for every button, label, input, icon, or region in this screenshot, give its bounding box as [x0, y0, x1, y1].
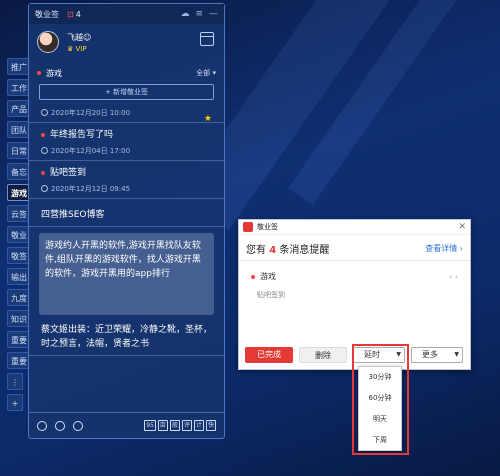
username: 飞越☺ — [67, 32, 92, 42]
filter-dropdown[interactable]: 全部 ▾ — [196, 68, 216, 78]
user-profile: 飞越☺ ♛ VIP — [29, 24, 224, 60]
list-item[interactable]: 蔡文姬出装：近卫荣耀，冷静之靴，圣杯，时之预言，法帽，贤者之书 — [29, 315, 224, 356]
settings-icon[interactable] — [73, 420, 83, 431]
list-item[interactable]: 四营推SEO博客 — [29, 199, 224, 227]
red-dot-icon — [37, 71, 41, 75]
avatar[interactable] — [37, 31, 59, 53]
notification-count[interactable]: ⊡ 4 — [67, 10, 81, 19]
done-button[interactable]: 已完成 — [245, 347, 293, 363]
view-details-link[interactable]: 查看详情 › — [425, 243, 463, 254]
focused-note[interactable]: 游戏约人开黑的软件,游戏开黑找队友软件,组队开黑的游戏软件，找人游戏开黑的软件，… — [39, 233, 214, 315]
format-3[interactable]: 评 — [181, 420, 192, 431]
close-icon[interactable]: ✕ — [458, 222, 466, 232]
app-title: 敬业签 — [35, 9, 59, 19]
more-select[interactable]: 更多 ▼ — [411, 347, 463, 363]
format-bar: 95 亩 般 评 计 快 — [144, 420, 216, 431]
more-tabs-icon[interactable]: ⋮ — [7, 373, 23, 390]
popup-header: 敬业签 ✕ — [239, 220, 470, 235]
red-dot-icon — [251, 274, 255, 279]
app-logo-icon — [243, 222, 253, 232]
section-title: 游戏 — [46, 68, 62, 78]
highlight-box — [352, 344, 409, 455]
new-note-button[interactable]: + 新增敬业签 — [39, 84, 214, 100]
minimize-icon[interactable]: — — [209, 9, 218, 19]
menu-icon[interactable]: ≡ — [195, 9, 203, 19]
format-5[interactable]: 快 — [205, 420, 216, 431]
list-item[interactable]: 贴吧签到 2020年12月12日 09:45 — [29, 161, 224, 199]
reminder-subitem: 贴吧签到 — [257, 291, 285, 299]
popup-headline: 您有 4 条消息提醒 查看详情 › — [239, 235, 470, 261]
repeat-icon — [41, 185, 48, 192]
format-2[interactable]: 般 — [169, 420, 180, 431]
red-dot-icon — [41, 133, 45, 137]
reminder-item: 游戏 ‹ › — [239, 261, 470, 282]
chevron-down-icon: ▼ — [454, 351, 459, 358]
title-bar: 敬业签 ⊡ 4 ☁ ≡ — — [29, 4, 224, 24]
delete-button[interactable]: 删除 — [299, 347, 347, 363]
search-icon[interactable] — [55, 420, 65, 431]
format-4[interactable]: 计 — [193, 420, 204, 431]
red-dot-icon — [41, 171, 45, 175]
format-95[interactable]: 95 — [144, 420, 156, 431]
format-1[interactable]: 亩 — [157, 420, 168, 431]
add-tab-icon[interactable]: + — [7, 394, 23, 411]
bottom-toolbar: 95 亩 般 评 计 快 — [29, 412, 224, 438]
calendar-icon[interactable] — [200, 32, 214, 46]
pager-arrows-icon[interactable]: ‹ › — [449, 272, 458, 281]
vip-badge: ♛ VIP — [67, 44, 87, 53]
section-header: 游戏 全部 ▾ — [29, 64, 224, 82]
contacts-icon[interactable] — [37, 420, 47, 431]
notes-app-window: 敬业签 ⊡ 4 ☁ ≡ — 飞越☺ ♛ VIP 游戏 全部 ▾ + 新增敬业签 2… — [28, 3, 225, 439]
list-item[interactable]: 年终报告写了吗 2020年12月04日 17:00 — [29, 123, 224, 161]
list-item[interactable]: 2020年12月20日 10:00 ★ — [29, 100, 224, 124]
cloud-sync-icon[interactable]: ☁ — [180, 9, 189, 19]
repeat-icon — [41, 147, 48, 154]
repeat-icon — [41, 109, 48, 116]
bell-icon: ⊡ — [67, 9, 74, 19]
